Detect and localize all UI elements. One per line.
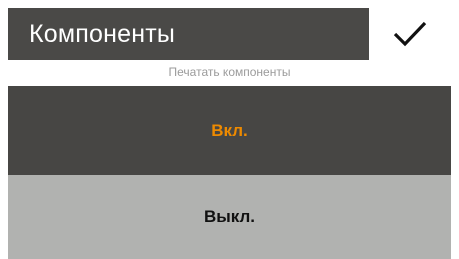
option-on-button[interactable]: Вкл.	[8, 86, 451, 175]
header-bar: Компоненты	[8, 8, 451, 60]
checkmark-icon	[393, 21, 427, 47]
option-on-label: Вкл.	[211, 120, 248, 140]
title-area: Компоненты	[8, 8, 369, 60]
option-off-label: Выкл.	[203, 207, 256, 226]
confirm-button[interactable]	[369, 8, 451, 60]
section-subtitle: Печатать компоненты	[8, 60, 451, 84]
page-title: Компоненты	[29, 19, 176, 48]
option-off-button[interactable]: Выкл.	[8, 175, 451, 259]
